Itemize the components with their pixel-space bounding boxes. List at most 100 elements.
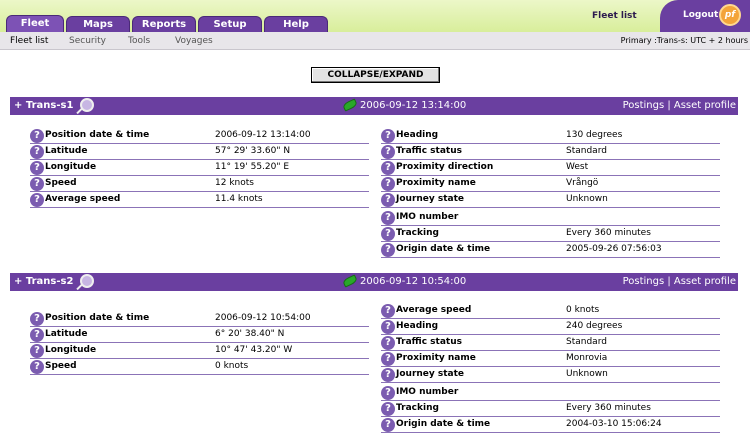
help-icon[interactable]: ?: [381, 336, 395, 350]
field-value: 240 degrees: [566, 321, 623, 331]
field-value: 2006-09-12 13:14:00: [215, 130, 311, 140]
tab-help[interactable]: Help: [264, 16, 328, 32]
field-label: Average speed: [396, 305, 472, 315]
field-value: Monrovia: [566, 353, 608, 363]
field-row: ? IMO number: [381, 210, 720, 226]
field-label: Latitude: [45, 146, 88, 156]
field-value: 6° 20' 38.40" N: [215, 329, 285, 339]
help-icon[interactable]: ?: [30, 328, 44, 342]
field-value: 130 degrees: [566, 130, 623, 140]
field-value: 11° 19' 55.20" E: [215, 162, 290, 172]
subnav-fleet-list[interactable]: Fleet list: [10, 36, 48, 46]
field-value: West: [566, 162, 589, 172]
field-row: ? Position date & time 2006-09-12 13:14:00: [30, 128, 369, 144]
field-label: Latitude: [45, 329, 88, 339]
help-icon[interactable]: ?: [381, 386, 395, 400]
field-row: ? Journey state Unknown: [381, 192, 720, 208]
help-icon[interactable]: ?: [381, 243, 395, 257]
field-label: Tracking: [396, 228, 439, 238]
tab-reports[interactable]: Reports: [132, 16, 196, 32]
field-row: ? Tracking Every 360 minutes: [381, 226, 720, 242]
help-icon[interactable]: ?: [381, 161, 395, 175]
field-label: Proximity direction: [396, 162, 494, 172]
help-icon[interactable]: ?: [381, 304, 395, 318]
field-label: Heading: [396, 130, 439, 140]
help-icon[interactable]: ?: [30, 312, 44, 326]
field-label: Journey state: [396, 369, 465, 379]
field-row: ? Average speed 0 knots: [381, 303, 720, 319]
field-label: Speed: [45, 361, 77, 371]
help-icon[interactable]: ?: [381, 211, 395, 225]
logo: pf: [719, 4, 741, 26]
help-icon[interactable]: ?: [30, 145, 44, 159]
help-icon[interactable]: ?: [381, 402, 395, 416]
field-row: ? Latitude 6° 20' 38.40" N: [30, 327, 369, 343]
vessel-name[interactable]: + Trans-s1: [14, 100, 73, 111]
help-icon[interactable]: ?: [30, 193, 44, 207]
help-icon[interactable]: ?: [30, 129, 44, 143]
field-row: ? Proximity name Vrångö: [381, 176, 720, 192]
magnifier-icon[interactable]: [80, 274, 94, 288]
help-icon[interactable]: ?: [381, 418, 395, 432]
ship-icon: [341, 274, 359, 288]
magnifier-icon[interactable]: [80, 98, 94, 112]
tab-fleet[interactable]: Fleet: [6, 15, 64, 32]
subnav-voyages[interactable]: Voyages: [175, 36, 213, 46]
ship-icon: [341, 98, 359, 112]
field-row: ? Average speed 11.4 knots: [30, 192, 369, 208]
field-row: ? Origin date & time 2005-09-26 07:56:03: [381, 242, 720, 258]
field-row: ? Origin date & time 2004-03-10 15:06:24: [381, 417, 720, 433]
field-row: ? Tracking Every 360 minutes: [381, 401, 720, 417]
subnav-tools[interactable]: Tools: [128, 36, 150, 46]
field-value: Standard: [566, 146, 607, 156]
sub-nav: Fleet list Security Tools Voyages Primar…: [0, 32, 750, 50]
help-icon[interactable]: ?: [381, 177, 395, 191]
field-row: ? Position date & time 2006-09-12 10:54:00: [30, 311, 369, 327]
field-label: Journey state: [396, 194, 465, 204]
field-row: ? Speed 0 knots: [30, 359, 369, 375]
field-value: Every 360 minutes: [566, 403, 651, 413]
vessel-name[interactable]: + Trans-s2: [14, 276, 73, 287]
field-label: Position date & time: [45, 313, 150, 323]
top-bar: Fleet Maps Reports Setup Help Fleet list…: [0, 0, 750, 32]
field-row: ? Heading 240 degrees: [381, 319, 720, 335]
field-label: Traffic status: [396, 146, 462, 156]
field-value: Every 360 minutes: [566, 228, 651, 238]
help-icon[interactable]: ?: [381, 193, 395, 207]
field-value: 2006-09-12 10:54:00: [215, 313, 311, 323]
vessel-links[interactable]: Postings | Asset profile: [623, 276, 736, 287]
help-icon[interactable]: ?: [30, 177, 44, 191]
field-value: Standard: [566, 337, 607, 347]
collapse-expand-button[interactable]: COLLAPSE/EXPAND: [311, 67, 440, 83]
field-row: ? Proximity name Monrovia: [381, 351, 720, 367]
field-row: ? Proximity direction West: [381, 160, 720, 176]
help-icon[interactable]: ?: [381, 368, 395, 382]
vessel-links[interactable]: Postings | Asset profile: [623, 100, 736, 111]
field-label: Origin date & time: [396, 419, 491, 429]
field-row: ? Journey state Unknown: [381, 367, 720, 383]
page-title: Fleet list: [592, 11, 637, 21]
vessel-header[interactable]: + Trans-s1 2006-09-12 13:14:00 Postings …: [10, 97, 738, 115]
field-row: ? Longitude 10° 47' 43.20" W: [30, 343, 369, 359]
help-icon[interactable]: ?: [30, 344, 44, 358]
help-icon[interactable]: ?: [381, 227, 395, 241]
help-icon[interactable]: ?: [381, 352, 395, 366]
field-label: Longitude: [45, 345, 97, 355]
field-label: Proximity name: [396, 353, 476, 363]
field-label: Proximity name: [396, 178, 476, 188]
subnav-security[interactable]: Security: [69, 36, 106, 46]
field-value: 0 knots: [566, 305, 600, 315]
field-label: IMO number: [396, 212, 459, 222]
help-icon[interactable]: ?: [30, 360, 44, 374]
tab-maps[interactable]: Maps: [66, 16, 130, 32]
help-icon[interactable]: ?: [381, 129, 395, 143]
vessel-name-text: Trans-s1: [25, 100, 74, 111]
logout-link[interactable]: Logout: [683, 10, 718, 20]
field-row: ? Traffic status Standard: [381, 335, 720, 351]
tab-setup[interactable]: Setup: [198, 16, 262, 32]
help-icon[interactable]: ?: [381, 320, 395, 334]
help-icon[interactable]: ?: [381, 145, 395, 159]
field-row: ? Traffic status Standard: [381, 144, 720, 160]
vessel-header[interactable]: + Trans-s2 2006-09-12 10:54:00 Postings …: [10, 273, 738, 291]
help-icon[interactable]: ?: [30, 161, 44, 175]
